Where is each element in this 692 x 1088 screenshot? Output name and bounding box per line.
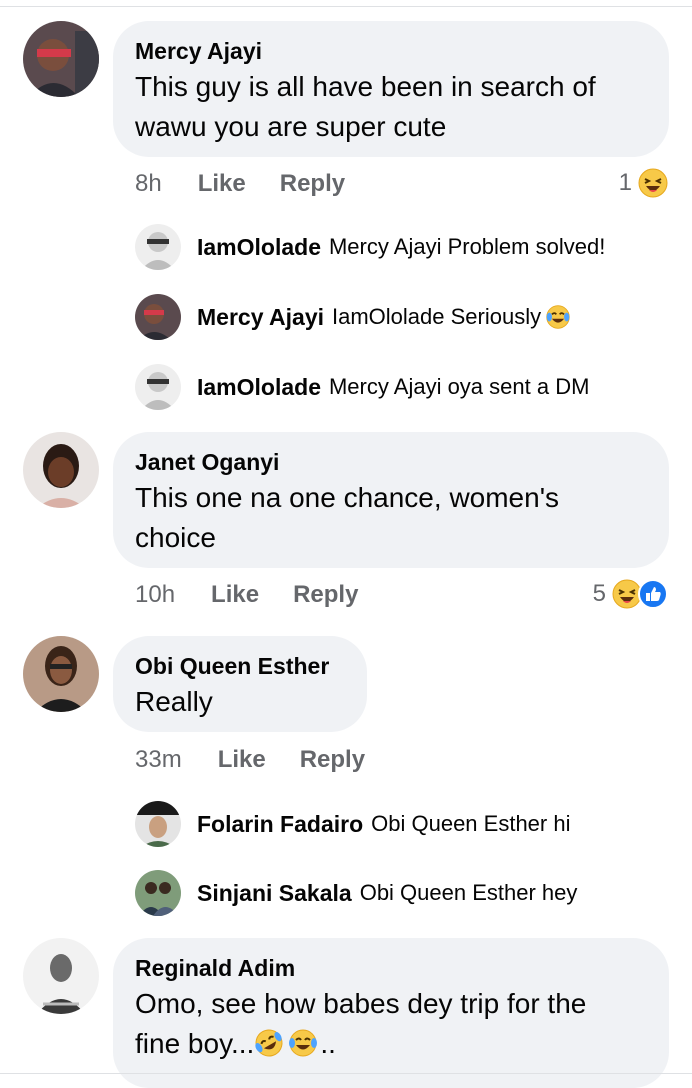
reaction-count: 1: [618, 169, 632, 196]
comment-text-line: fine boy... ..: [135, 1024, 647, 1064]
avatar[interactable]: [23, 636, 99, 712]
like-button[interactable]: Like: [211, 581, 259, 609]
comment-author[interactable]: Mercy Ajayi: [135, 37, 647, 65]
timestamp[interactable]: 10h: [135, 581, 175, 609]
like-button[interactable]: Like: [218, 746, 266, 774]
reaction-summary[interactable]: 5: [593, 579, 668, 609]
reply-row: IamOlolade Mercy Ajayi oya sent a DM: [0, 364, 692, 410]
comment-text-line: This one na one chance, women's: [135, 482, 560, 513]
comment-text-line: Omo, see how babes dey trip for the: [135, 988, 587, 1019]
avatar[interactable]: [135, 294, 181, 340]
reply-button[interactable]: Reply: [293, 581, 358, 609]
timestamp[interactable]: 8h: [135, 170, 162, 198]
reply-author[interactable]: IamOlolade: [197, 374, 321, 401]
comment-text-fragment: ..: [320, 1028, 336, 1059]
avatar[interactable]: [135, 224, 181, 270]
reply-text: Obi Queen Esther hey: [359, 880, 578, 905]
avatar[interactable]: [23, 432, 99, 508]
reply-text: IamOlolade Seriously: [332, 304, 542, 329]
reply-author[interactable]: IamOlolade: [197, 234, 321, 261]
comment-bubble: Mercy Ajayi This guy is all have been in…: [113, 21, 669, 157]
reply-button[interactable]: Reply: [280, 170, 345, 198]
comment-author[interactable]: Reginald Adim: [135, 954, 647, 982]
reply-author[interactable]: Sinjani Sakala: [197, 880, 352, 907]
bottom-divider: [0, 1073, 692, 1074]
reply-text: Obi Queen Esther hi: [371, 811, 571, 836]
comment-actions: 10h Like Reply: [135, 581, 392, 609]
reply-author[interactable]: Mercy Ajayi: [197, 304, 324, 331]
avatar[interactable]: [23, 938, 99, 1014]
top-divider: [0, 6, 692, 7]
like-reaction-icon: [638, 579, 668, 609]
comment-actions: 8h Like Reply: [135, 170, 379, 198]
haha-emoji-icon: [638, 168, 668, 198]
reply-row: IamOlolade Mercy Ajayi Problem solved!: [0, 224, 692, 270]
comment-bubble: Obi Queen Esther Really: [113, 636, 367, 732]
reply-text: Mercy Ajayi Problem solved!: [328, 234, 606, 259]
reply-row: Sinjani Sakala Obi Queen Esther hey: [0, 870, 692, 916]
reply-text: Mercy Ajayi oya sent a DM: [328, 374, 590, 399]
comment-bubble: Janet Oganyi This one na one chance, wom…: [113, 432, 669, 568]
tears-of-joy-icon: [288, 1028, 320, 1060]
reply-author[interactable]: Folarin Fadairo: [197, 811, 363, 838]
avatar[interactable]: [135, 364, 181, 410]
rofl-emoji-icon: [254, 1028, 286, 1060]
comment-author[interactable]: Obi Queen Esther: [135, 652, 345, 680]
avatar[interactable]: [135, 870, 181, 916]
comment-text-line: This guy is all have been in search of: [135, 71, 596, 102]
like-button[interactable]: Like: [198, 170, 246, 198]
reaction-summary[interactable]: 1: [619, 168, 668, 198]
reply-row: Mercy Ajayi IamOlolade Seriously: [0, 294, 692, 340]
comment-author[interactable]: Janet Oganyi: [135, 448, 647, 476]
reaction-count: 5: [592, 580, 606, 607]
comment-actions: 33m Like Reply: [135, 746, 399, 774]
avatar[interactable]: [135, 801, 181, 847]
tears-of-joy-icon: [545, 304, 571, 330]
avatar[interactable]: [23, 21, 99, 97]
comment-text-line: choice: [135, 522, 216, 553]
reply-button[interactable]: Reply: [300, 746, 365, 774]
reply-row: Folarin Fadairo Obi Queen Esther hi: [0, 801, 692, 847]
comment-bubble: Reginald Adim Omo, see how babes dey tri…: [113, 938, 669, 1088]
comment-text-line: wawu you are super cute: [135, 111, 447, 142]
comment-text-fragment: fine boy...: [135, 1028, 255, 1059]
timestamp[interactable]: 33m: [135, 746, 182, 774]
comment-text-line: Really: [135, 686, 213, 717]
